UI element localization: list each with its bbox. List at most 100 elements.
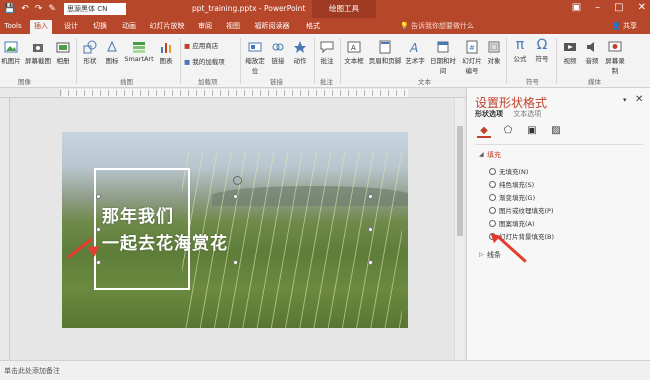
picture-icon[interactable]: ▨	[549, 124, 563, 138]
vertical-scrollbar[interactable]	[454, 98, 464, 360]
slide-title-line2[interactable]: 一起去花海赏花	[102, 229, 228, 254]
wordart-button[interactable]: A 艺术字	[404, 40, 426, 65]
redo-icon[interactable]: ↷	[35, 3, 43, 15]
smartart-button[interactable]: SmartArt	[124, 40, 154, 63]
icons-icon	[107, 40, 117, 52]
equation-icon: π	[515, 37, 525, 53]
comment-button[interactable]: 批注	[317, 40, 337, 65]
size-properties-icon[interactable]: ▣	[525, 124, 539, 138]
equation-button[interactable]: π 公式	[510, 38, 530, 63]
resize-handle[interactable]	[96, 260, 101, 265]
resize-handle[interactable]	[368, 260, 373, 265]
symbol-button[interactable]: Ω 符号	[532, 38, 552, 63]
video-button[interactable]: 视频	[560, 40, 580, 65]
option-solid-fill[interactable]: 纯色填充(S)	[489, 179, 534, 189]
resize-handle[interactable]	[368, 194, 373, 199]
symbol-icon: Ω	[536, 37, 548, 53]
group-label-illustrations: 插图	[120, 78, 133, 86]
audio-icon	[587, 42, 594, 52]
action-icon	[294, 41, 306, 53]
option-label: 无填充(N)	[499, 168, 529, 176]
tab-shape-options[interactable]: 形状选项	[475, 110, 503, 118]
resize-handle[interactable]	[233, 260, 238, 265]
resize-handle[interactable]	[96, 194, 101, 199]
ruler-ticks	[60, 90, 410, 96]
rotate-handle-icon[interactable]	[233, 176, 242, 185]
radio-button[interactable]	[489, 206, 496, 214]
option-pattern-fill[interactable]: 图案填充(A)	[489, 218, 535, 228]
tab-review[interactable]: 审阅	[194, 20, 216, 34]
slide-canvas[interactable]: 那年我们 一起去花海赏花	[10, 98, 466, 360]
album-button[interactable]: 相册	[54, 40, 72, 65]
tab-transitions[interactable]: 切换	[89, 20, 111, 34]
online-picture-button[interactable]: 机图片	[0, 40, 22, 65]
option-gradient-fill[interactable]: 渐变填充(G)	[489, 192, 535, 202]
format-shape-pane: 设置形状格式 ▾ ✕ 形状选项 文本选项 ◆ ⬠ ▣ ▨ ◢ 填充 无填充(N)…	[466, 88, 650, 360]
undo-icon[interactable]: ↶	[21, 3, 29, 15]
brush-icon[interactable]: ✎	[48, 3, 56, 15]
tab-foxit[interactable]: 福昕阅读器	[250, 20, 294, 34]
radio-button[interactable]	[489, 193, 496, 201]
icons-button[interactable]: 图标	[102, 40, 122, 65]
zoom-button[interactable]: 缩放定位	[243, 40, 267, 75]
fill-section-header[interactable]: 填充	[487, 150, 501, 160]
tab-design[interactable]: 设计	[60, 20, 82, 34]
tab-view[interactable]: 视图	[222, 20, 244, 34]
screen-record-button[interactable]: 屏幕录制	[604, 40, 626, 75]
button-label: 幻灯片编号	[462, 57, 482, 75]
radio-button[interactable]	[489, 219, 496, 227]
chart-button[interactable]: 图表	[156, 40, 176, 65]
screenshot-button[interactable]: 屏幕截图	[24, 40, 52, 65]
slide[interactable]: 那年我们 一起去花海赏花	[62, 132, 408, 328]
notes-placeholder[interactable]: 单击此处添加备注	[4, 366, 60, 376]
object-button[interactable]: 对象	[485, 40, 503, 65]
textbox-button[interactable]: A 文本框	[342, 40, 366, 65]
tab-format[interactable]: 格式	[300, 20, 326, 34]
store-button[interactable]: ■ 应用商店	[184, 40, 228, 50]
button-label: 对象	[487, 57, 501, 65]
tab-tools[interactable]: Tools	[2, 20, 24, 34]
picture-icon	[4, 41, 18, 53]
datetime-button[interactable]: 日期和时间	[427, 40, 459, 75]
tab-text-options[interactable]: 文本选项	[513, 110, 541, 118]
audio-button[interactable]: 音频	[582, 40, 602, 65]
header-footer-icon	[379, 40, 391, 54]
maximize-icon[interactable]: □	[614, 2, 623, 13]
radio-button[interactable]	[489, 180, 496, 188]
scrollbar-thumb[interactable]	[457, 126, 463, 236]
effects-icon[interactable]: ⬠	[501, 124, 515, 138]
share-button[interactable]: 👤 共享	[612, 21, 637, 31]
option-label: 图案填充(A)	[499, 220, 535, 228]
my-addins-button[interactable]: ■ 我的加载项	[184, 56, 234, 66]
resize-handle[interactable]	[368, 227, 373, 232]
ribbon-display-icon[interactable]: ▣	[572, 2, 581, 13]
font-name-box[interactable]: 思源黑体 CN	[64, 3, 126, 15]
action-button[interactable]: 动作	[290, 40, 310, 65]
tab-insert[interactable]: 插入	[30, 20, 52, 34]
slide-title-line1[interactable]: 那年我们	[102, 202, 174, 227]
resize-handle[interactable]	[233, 194, 238, 199]
header-footer-button[interactable]: 页眉和页脚	[367, 40, 403, 65]
resize-handle[interactable]	[96, 227, 101, 232]
pane-options-icon[interactable]: ▾	[623, 96, 627, 104]
fill-line-icon[interactable]: ◆	[477, 124, 491, 138]
tell-me-box[interactable]: 💡 告诉我你想要做什么	[400, 21, 474, 31]
save-icon[interactable]: 💾	[4, 3, 15, 15]
link-button[interactable]: 链接	[268, 40, 288, 65]
shapes-button[interactable]: 形状	[80, 40, 100, 65]
minimize-icon[interactable]: –	[595, 2, 600, 13]
tab-animations[interactable]: 动画	[118, 20, 140, 34]
button-label: 屏幕截图	[25, 57, 51, 65]
close-icon[interactable]: ✕	[635, 94, 643, 105]
radio-button[interactable]	[489, 167, 496, 175]
slide-number-button[interactable]: # 幻灯片编号	[460, 40, 484, 75]
notes-bar[interactable]: 单击此处添加备注	[0, 360, 650, 380]
expand-fill-icon[interactable]: ◢	[479, 151, 484, 158]
option-no-fill[interactable]: 无填充(N)	[489, 166, 528, 176]
tab-slideshow[interactable]: 幻灯片放映	[147, 20, 187, 34]
close-icon[interactable]: ✕	[638, 2, 646, 13]
option-picture-fill[interactable]: 图片或纹理填充(P)	[489, 205, 554, 215]
button-label: 动作	[293, 57, 307, 65]
line-section-header[interactable]: 线条	[487, 250, 501, 260]
expand-line-icon[interactable]: ▷	[479, 251, 484, 258]
